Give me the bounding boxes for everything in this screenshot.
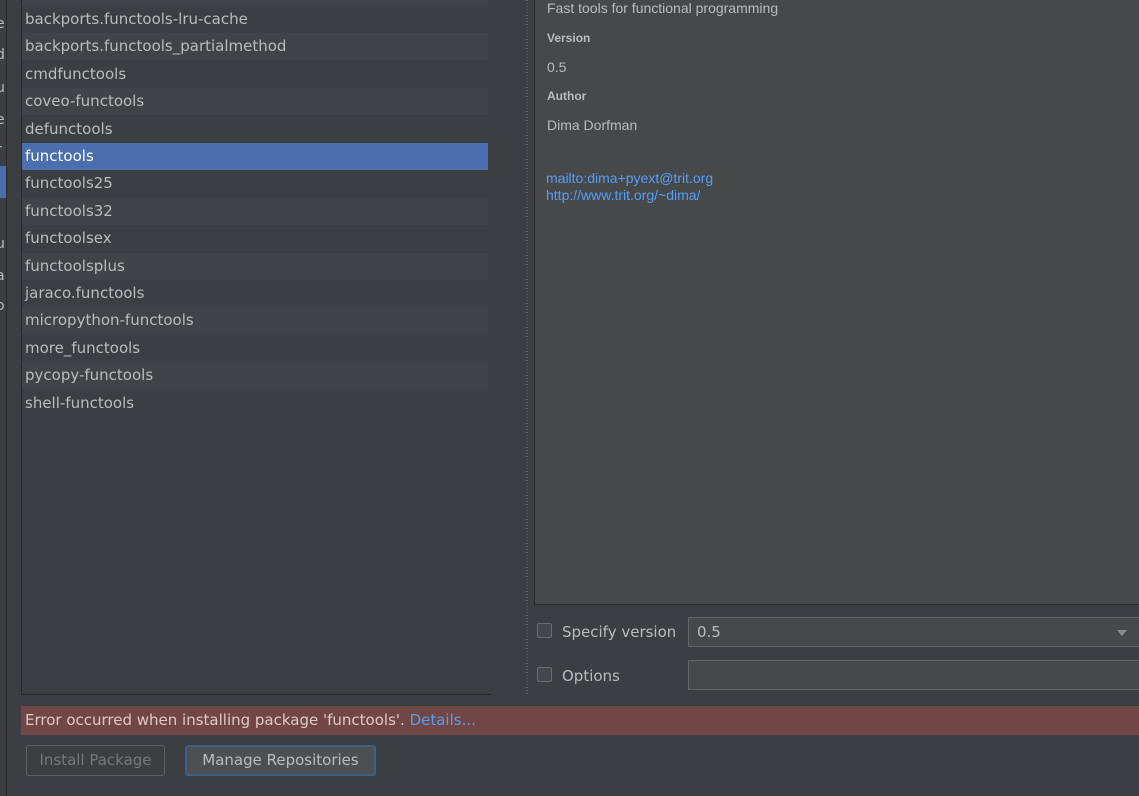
author-email-link[interactable]: mailto:dima+pyext@trit.org [546, 170, 713, 186]
author-heading: Author [547, 89, 587, 103]
sidebar-fragment: u [0, 80, 5, 96]
version-select[interactable]: 0.5 [688, 617, 1139, 647]
specify-version-checkbox[interactable] [537, 623, 552, 638]
package-list-item[interactable]: cmdfunctools [22, 61, 488, 88]
sidebar-fragment: o [0, 298, 5, 314]
package-summary: Fast tools for functional programming [547, 0, 779, 16]
package-list-item[interactable]: functools25 [22, 170, 488, 197]
author-homepage-link[interactable]: http://www.trit.org/~dima/ [546, 187, 700, 203]
panel-splitter[interactable] [524, 0, 530, 694]
options-checkbox[interactable] [537, 667, 552, 682]
sidebar-fragment: u [0, 236, 5, 252]
error-message-bar: Error occurred when installing package '… [21, 706, 1139, 735]
error-message-text: Error occurred when installing package '… [25, 711, 405, 729]
version-heading: Version [547, 31, 591, 45]
sidebar-selected-marker [0, 166, 6, 198]
package-list-item[interactable]: functools [22, 143, 488, 170]
package-description-panel: Fast tools for functional programming Ve… [534, 0, 1139, 605]
package-list-item[interactable]: jaraco.functools [22, 280, 488, 307]
version-select-value: 0.5 [697, 623, 721, 641]
package-list-item[interactable]: backports.functools-lru-cache [22, 6, 488, 33]
left-sidebar-strip: e d u e r u a o [0, 0, 7, 796]
install-package-button[interactable]: Install Package [26, 745, 165, 776]
specify-version-label: Specify version [562, 623, 677, 641]
package-list-item[interactable]: backports.functools_partialmethod [22, 33, 488, 60]
error-details-link[interactable]: Details... [410, 711, 476, 729]
package-list[interactable]: backports.functools-lru-cache backports.f… [21, 0, 491, 695]
package-list-item[interactable]: functoolsplus [22, 253, 488, 280]
package-list-item[interactable]: coveo-functools [22, 88, 488, 115]
package-list-item[interactable]: micropython-functools [22, 307, 488, 334]
package-list-item[interactable]: more_functools [22, 335, 488, 362]
sidebar-fragment: a [0, 268, 5, 284]
sidebar-fragment: r [0, 142, 2, 158]
sidebar-fragment: e [0, 16, 5, 32]
package-list-item[interactable]: functools32 [22, 198, 488, 225]
package-list-item[interactable]: shell-functools [22, 390, 488, 417]
chevron-down-icon [1117, 630, 1127, 636]
author-value: Dima Dorfman [547, 117, 638, 133]
options-input[interactable] [688, 660, 1139, 690]
package-list-item[interactable]: pycopy-functools [22, 362, 488, 389]
manage-repositories-button[interactable]: Manage Repositories [185, 745, 376, 776]
sidebar-fragment: e [0, 112, 5, 128]
options-label: Options [562, 667, 620, 685]
version-value: 0.5 [547, 59, 567, 75]
package-list-item[interactable]: functoolsex [22, 225, 488, 252]
sidebar-fragment: d [0, 47, 5, 63]
package-list-gutter [490, 0, 520, 694]
package-list-item[interactable]: defunctools [22, 116, 488, 143]
